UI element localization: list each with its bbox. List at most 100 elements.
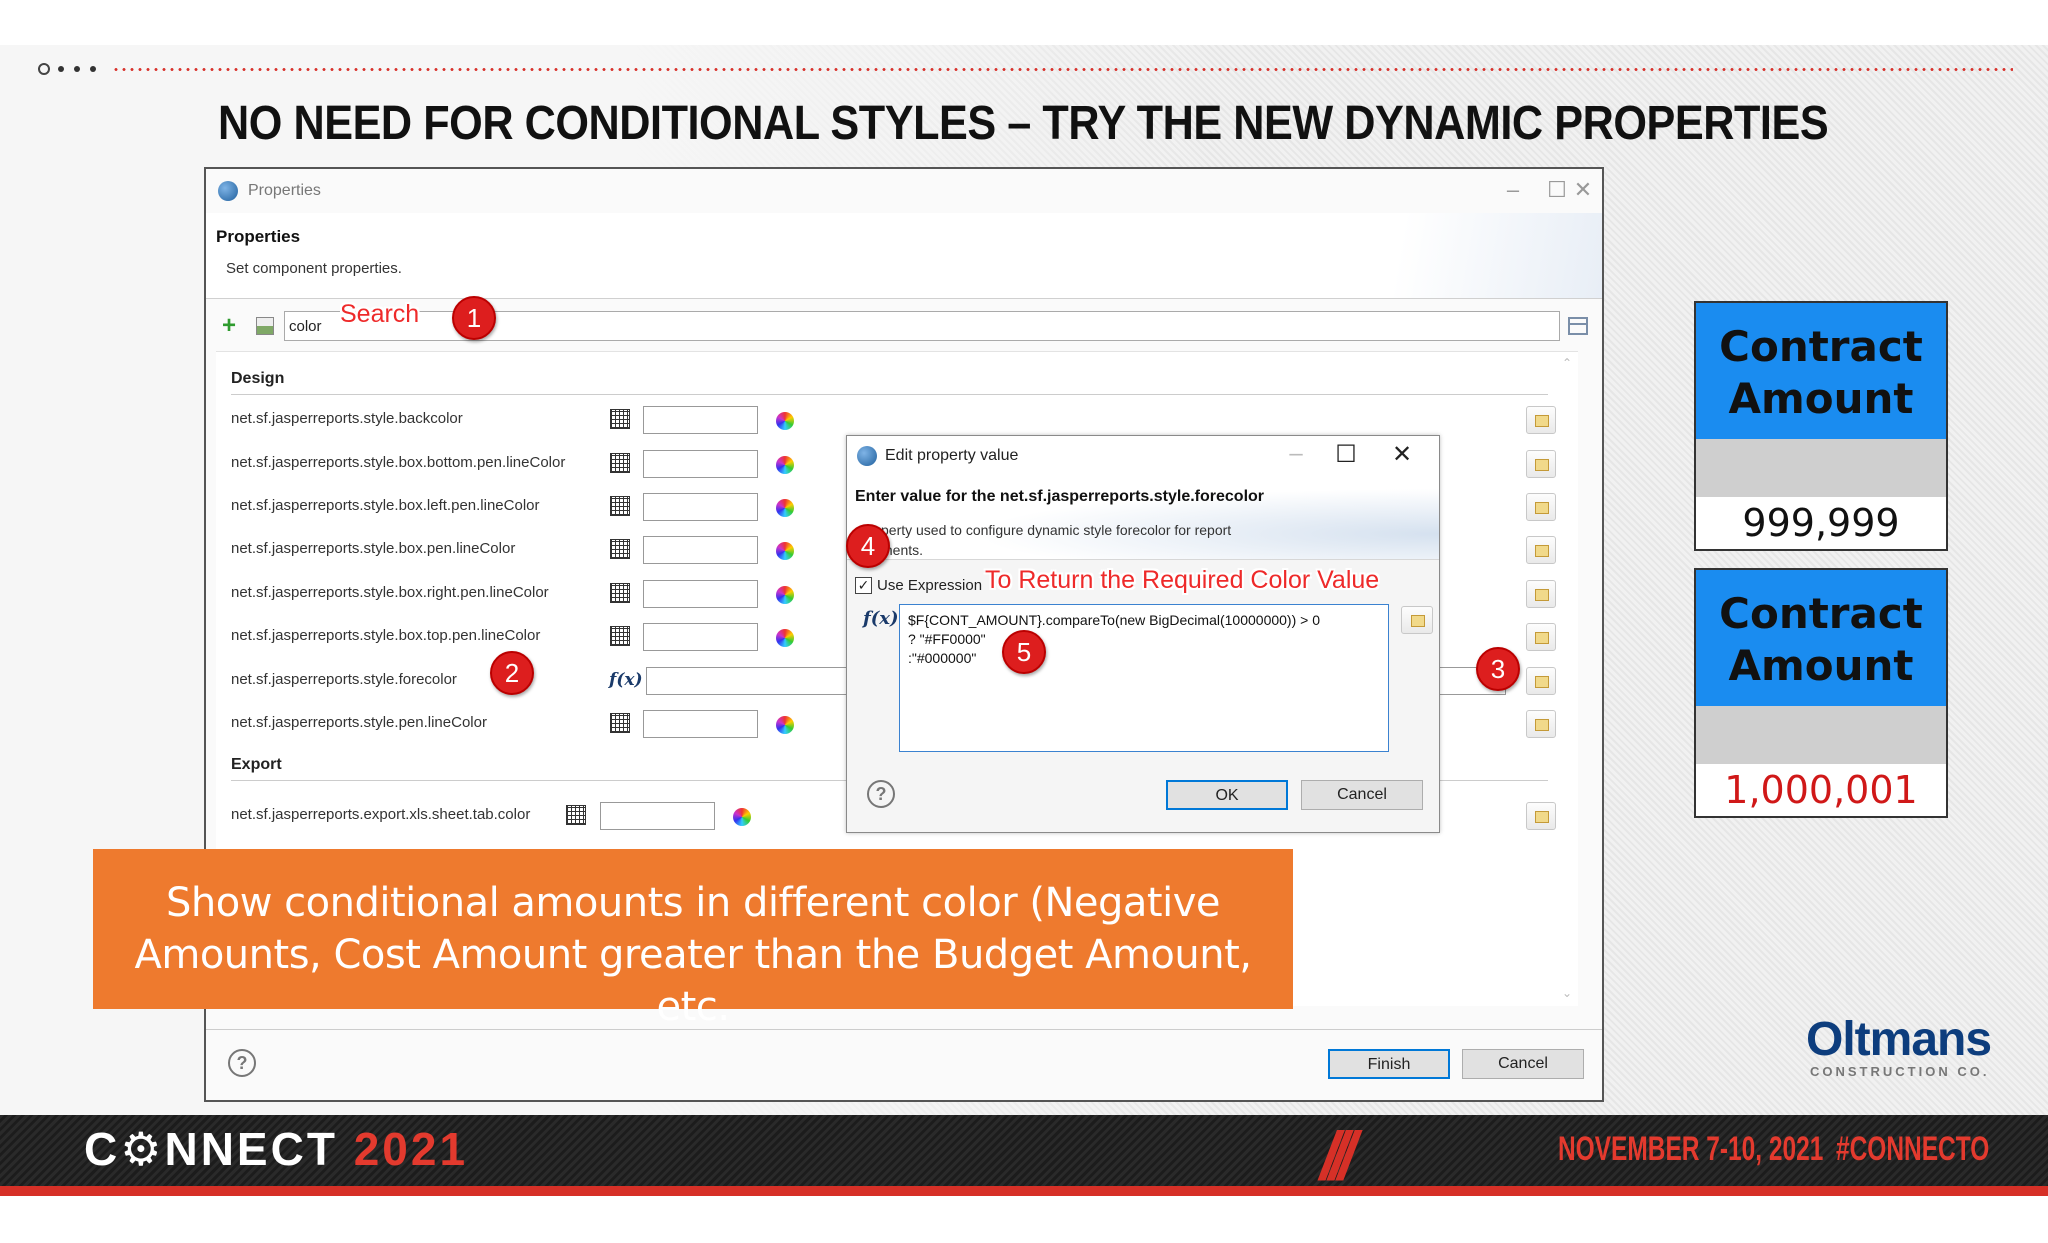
card-value: 999,999 — [1742, 501, 1900, 545]
cancel-button[interactable]: Cancel — [1301, 780, 1423, 810]
expression-editor[interactable]: $F{CONT_AMOUNT}.compareTo(new BigDecimal… — [899, 604, 1389, 752]
properties-titlebar: Properties — [206, 169, 1602, 213]
help-icon[interactable]: ? — [228, 1049, 256, 1077]
company-logo: Oltmans — [1806, 1013, 1992, 1066]
scroll-down-icon[interactable]: ⌄ — [1562, 986, 1572, 1000]
edit-dialog-description: perty used to configure dynamic style fo… — [881, 522, 1232, 558]
design-section-title: Design — [231, 370, 285, 387]
properties-header: Properties Set component properties. — [206, 213, 1602, 299]
layout-toggle-icon[interactable] — [1568, 317, 1588, 335]
card-spacer — [1696, 706, 1946, 764]
edit-property-button[interactable] — [1526, 802, 1556, 830]
color-grid-icon[interactable] — [610, 409, 630, 429]
color-grid-icon[interactable] — [610, 496, 630, 516]
property-name: net.sf.jasperreports.style.box.bottom.pe… — [231, 454, 566, 471]
color-grid-icon[interactable] — [610, 583, 630, 603]
step-badge-3: 3 — [1476, 647, 1520, 691]
color-grid-icon[interactable] — [610, 713, 630, 733]
use-expression-label: Use Expression — [877, 577, 983, 594]
properties-subheading: Set component properties. — [226, 260, 402, 277]
color-value-field[interactable] — [600, 802, 715, 830]
dotted-line — [112, 67, 2013, 71]
bullet-icon — [90, 66, 96, 72]
color-value-field[interactable] — [643, 536, 758, 564]
edit-dialog-header: Enter value for the net.sf.jasperreports… — [847, 476, 1439, 560]
color-wheel-icon[interactable] — [776, 586, 794, 604]
edit-property-button[interactable] — [1526, 406, 1556, 434]
properties-heading: Properties — [216, 227, 301, 246]
close-button[interactable]: ✕ — [1387, 440, 1417, 469]
color-value-field[interactable] — [643, 493, 758, 521]
color-value-field[interactable] — [643, 450, 758, 478]
contract-amount-card-normal: Contract Amount 999,999 — [1694, 301, 1948, 551]
expression-builder-button[interactable] — [1401, 606, 1433, 634]
color-wheel-icon[interactable] — [776, 499, 794, 517]
scroll-up-icon[interactable]: ⌃ — [1562, 356, 1572, 370]
help-icon[interactable]: ? — [867, 780, 895, 808]
edit-property-button[interactable] — [1526, 580, 1556, 608]
footer-accent-stripe — [0, 1186, 2048, 1196]
color-wheel-icon[interactable] — [776, 542, 794, 560]
property-name: net.sf.jasperreports.style.pen.lineColor — [231, 714, 487, 731]
expression-callout: To Return the Required Color Value — [985, 566, 1380, 594]
event-logo: C⚙NNECT 2021 — [84, 1122, 468, 1176]
dotted-rule — [38, 62, 2013, 76]
property-name: net.sf.jasperreports.style.forecolor — [231, 671, 457, 688]
function-expression-icon[interactable]: f(x) — [609, 670, 643, 690]
color-grid-icon[interactable] — [610, 539, 630, 559]
jaspersoft-app-icon — [218, 181, 238, 201]
edit-dialog-title: Edit property value — [885, 447, 1019, 464]
maximize-button[interactable]: ☐ — [1331, 440, 1361, 469]
event-logo-name: NNECT — [164, 1123, 338, 1175]
image-icon[interactable] — [256, 317, 274, 335]
color-grid-icon[interactable] — [566, 805, 586, 825]
color-value-field[interactable] — [643, 406, 758, 434]
edit-dialog-titlebar: Edit property value – ☐ ✕ — [847, 436, 1439, 476]
color-grid-icon[interactable] — [610, 453, 630, 473]
properties-window-title: Properties — [248, 182, 321, 199]
edit-property-button[interactable] — [1526, 710, 1556, 738]
color-wheel-icon[interactable] — [776, 629, 794, 647]
edit-dialog-heading: Enter value for the net.sf.jasperreports… — [855, 488, 1265, 505]
contract-amount-card-highlighted: Contract Amount 1,000,001 — [1694, 568, 1948, 818]
color-wheel-icon[interactable] — [776, 412, 794, 430]
color-value-field[interactable] — [643, 710, 758, 738]
use-expression-checkbox[interactable]: ✓ — [855, 577, 872, 594]
edit-property-button[interactable] — [1526, 493, 1556, 521]
add-property-plus-icon[interactable]: + — [222, 314, 236, 338]
property-row: net.sf.jasperreports.style.backcolor — [216, 400, 1578, 436]
property-name: net.sf.jasperreports.style.box.pen.lineC… — [231, 540, 516, 557]
ok-button[interactable]: OK — [1166, 780, 1288, 810]
color-value-field[interactable] — [643, 580, 758, 608]
minimize-button[interactable]: – — [1498, 177, 1528, 203]
property-name: net.sf.jasperreports.style.box.top.pen.l… — [231, 627, 541, 644]
finish-button[interactable]: Finish — [1328, 1049, 1450, 1079]
event-logo-c: C — [84, 1123, 121, 1175]
slash-graphic: /// — [1320, 1118, 1357, 1194]
edit-property-button[interactable] — [1526, 667, 1556, 695]
section-divider — [231, 394, 1548, 395]
color-grid-icon[interactable] — [610, 626, 630, 646]
event-dates: NOVEMBER 7-10, 2021 — [1558, 1130, 1824, 1168]
color-wheel-icon[interactable] — [776, 456, 794, 474]
color-wheel-icon[interactable] — [776, 716, 794, 734]
card-header: Contract Amount — [1696, 570, 1946, 706]
step-badge-1: 1 — [452, 296, 496, 340]
property-name: net.sf.jasperreports.style.box.left.pen.… — [231, 497, 540, 514]
close-button[interactable]: ✕ — [1568, 177, 1598, 203]
card-header: Contract Amount — [1696, 303, 1946, 439]
color-wheel-icon[interactable] — [733, 808, 751, 826]
property-name: net.sf.jasperreports.style.box.right.pen… — [231, 584, 549, 601]
edit-property-button[interactable] — [1526, 536, 1556, 564]
company-logo-subtitle: CONSTRUCTION CO. — [1810, 1064, 1990, 1079]
edit-property-button[interactable] — [1526, 623, 1556, 651]
step-badge-4: 4 — [846, 524, 890, 568]
export-section-title: Export — [231, 756, 282, 773]
cancel-button[interactable]: Cancel — [1462, 1049, 1584, 1079]
properties-scrollbar[interactable]: ⌃ ⌄ — [1560, 356, 1576, 1006]
edit-property-button[interactable] — [1526, 450, 1556, 478]
edit-property-dialog: Edit property value – ☐ ✕ Enter value fo… — [846, 435, 1440, 833]
minimize-button[interactable]: – — [1281, 440, 1311, 468]
bullet-icon — [58, 66, 64, 72]
color-value-field[interactable] — [643, 623, 758, 651]
